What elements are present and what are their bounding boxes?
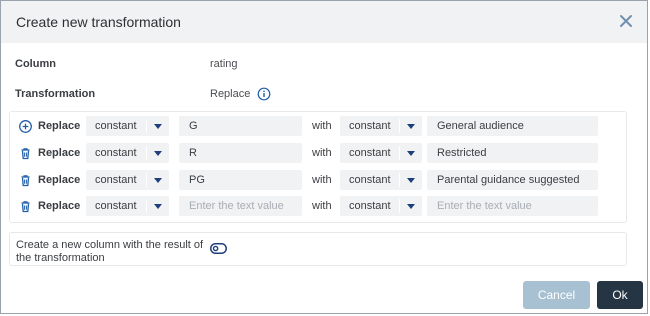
new-column-toggle[interactable]	[210, 243, 227, 254]
dialog-title: Create new transformation	[16, 14, 181, 30]
from-type-select[interactable]: constant	[86, 143, 169, 163]
rule-label: Replace	[38, 147, 81, 159]
rule-row: Replace constant with constant	[10, 170, 626, 192]
to-type-select-value: constant	[349, 147, 391, 159]
dialog-header: Create new transformation	[1, 1, 647, 43]
from-type-select[interactable]: constant	[86, 116, 169, 136]
add-circle-icon[interactable]	[18, 119, 33, 134]
chevron-down-icon[interactable]	[147, 196, 169, 216]
chevron-down-icon[interactable]	[147, 116, 169, 136]
from-type-select-value: constant	[95, 120, 137, 132]
replace-rules-list: Replace constant with constant Replace consta…	[9, 111, 627, 223]
chevron-down-icon[interactable]	[400, 196, 422, 216]
with-label: with	[312, 147, 332, 159]
trash-icon[interactable]	[18, 146, 33, 161]
to-value-input[interactable]	[427, 196, 598, 216]
to-value-input[interactable]	[427, 143, 598, 163]
to-type-select-value: constant	[349, 120, 391, 132]
rule-row: Replace constant with constant	[10, 116, 626, 138]
to-type-select[interactable]: constant	[340, 143, 422, 163]
transformation-label: Transformation	[15, 88, 96, 100]
to-value-input[interactable]	[427, 116, 598, 136]
rule-label: Replace	[38, 174, 81, 186]
chevron-down-icon[interactable]	[400, 170, 422, 190]
from-value-input[interactable]	[179, 143, 302, 163]
chevron-down-icon[interactable]	[400, 143, 422, 163]
with-label: with	[312, 200, 332, 212]
rule-label: Replace	[38, 120, 81, 132]
column-label: Column	[15, 58, 56, 70]
transformation-value: Replace	[210, 88, 251, 100]
from-type-select-value: constant	[95, 174, 137, 186]
rule-row: Replace constant with constant	[10, 196, 626, 218]
trash-icon[interactable]	[18, 199, 33, 214]
with-label: with	[312, 174, 332, 186]
chevron-down-icon[interactable]	[400, 116, 422, 136]
chevron-down-icon[interactable]	[147, 143, 169, 163]
new-column-option: Create a new column with the result of t…	[9, 232, 627, 266]
chevron-down-icon[interactable]	[147, 170, 169, 190]
with-label: with	[312, 120, 332, 132]
to-type-select-value: constant	[349, 200, 391, 212]
to-type-select-value: constant	[349, 174, 391, 186]
from-type-select[interactable]: constant	[86, 196, 169, 216]
from-value-input[interactable]	[179, 196, 302, 216]
close-icon[interactable]	[617, 12, 635, 30]
from-type-select[interactable]: constant	[86, 170, 169, 190]
from-value-input[interactable]	[179, 116, 302, 136]
new-column-toggle-label: Create a new column with the result of t…	[16, 239, 204, 264]
to-type-select[interactable]: constant	[340, 196, 422, 216]
rule-row: Replace constant with constant	[10, 143, 626, 165]
ok-button[interactable]: Ok	[597, 281, 643, 309]
column-value: rating	[210, 58, 238, 70]
info-icon[interactable]	[257, 87, 271, 101]
from-value-input[interactable]	[179, 170, 302, 190]
cancel-button[interactable]: Cancel	[523, 281, 590, 309]
to-value-input[interactable]	[427, 170, 598, 190]
create-transformation-dialog: Create new transformation Column rating …	[0, 0, 648, 314]
trash-icon[interactable]	[18, 173, 33, 188]
from-type-select-value: constant	[95, 147, 137, 159]
to-type-select[interactable]: constant	[340, 116, 422, 136]
to-type-select[interactable]: constant	[340, 170, 422, 190]
rule-label: Replace	[38, 200, 81, 212]
from-type-select-value: constant	[95, 200, 137, 212]
